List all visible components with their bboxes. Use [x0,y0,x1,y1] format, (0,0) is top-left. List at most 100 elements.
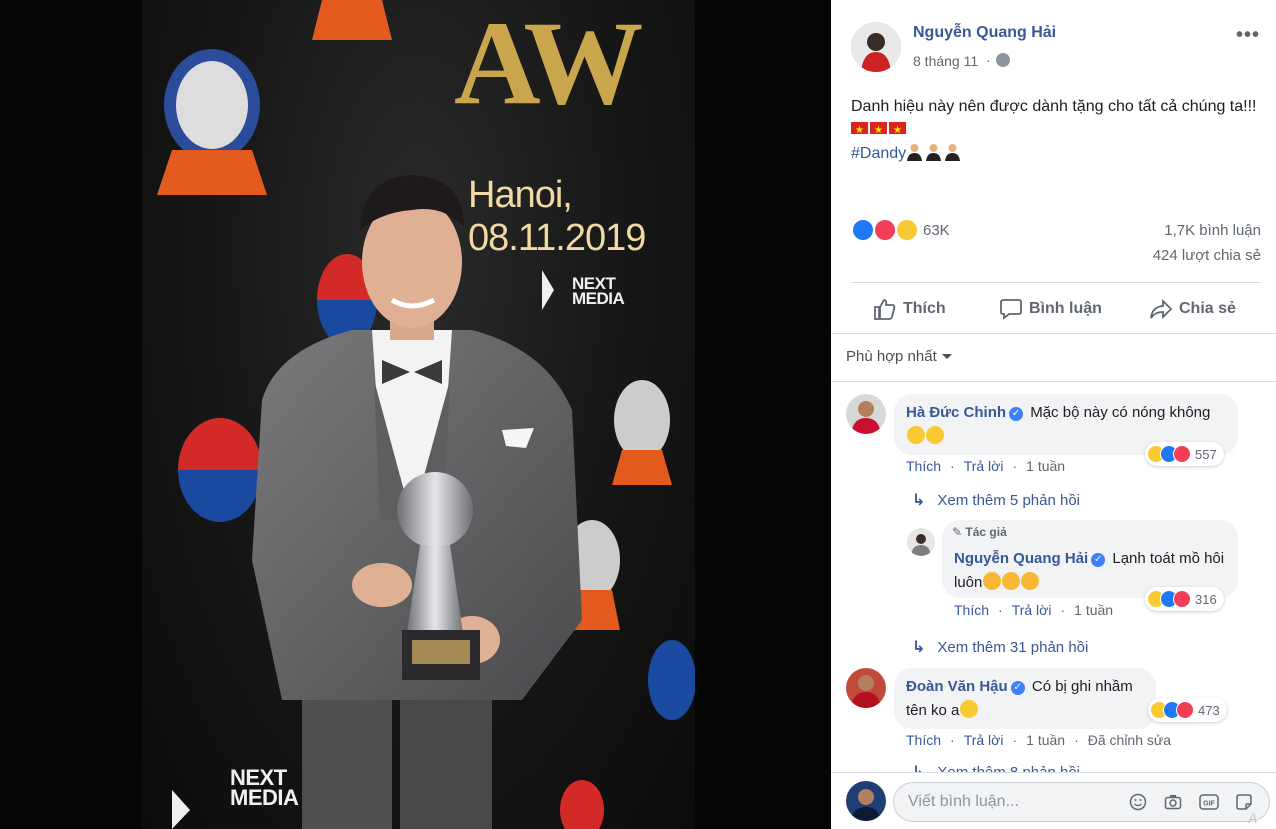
reply-reactions[interactable]: 316 [1145,587,1224,611]
comment-count[interactable]: 1,7K bình luận [1164,222,1261,239]
love-reaction-icon [873,218,897,242]
vietnam-flag-icon [870,120,887,142]
sad-emoji-icon [1002,572,1021,590]
commenter-name[interactable]: Đoàn Văn Hậu [906,678,1008,695]
comment-reaction-count: 557 [1195,446,1217,462]
comment-time[interactable]: 1 tuần [1026,732,1065,748]
comment-like-link[interactable]: Thích [906,458,941,474]
share-icon [1150,298,1173,320]
meta-separator: · [1060,602,1066,618]
commenter-avatar[interactable] [846,394,886,434]
comment-sort-label: Phù hợp nhất [846,348,937,365]
gif-icon[interactable]: GIF [1199,793,1219,811]
comment-text: Mặc bộ này có nóng không [1030,404,1211,421]
comment-sort-dropdown[interactable]: Phù hợp nhất [846,348,952,365]
author-tag: ✎ Tác giả [952,525,1007,539]
comment-button[interactable]: Bình luận [999,296,1102,322]
man-in-suit-icon [926,144,942,161]
share-button[interactable]: Chia sẻ [1149,296,1236,322]
verified-badge-icon: ✓ [1091,553,1106,567]
post-message: Danh hiệu này nên được dành tặng cho tất… [851,96,1271,165]
sad-emoji-icon [983,572,1002,590]
author-tag-label: Tác giả [965,525,1007,539]
divider [851,282,1261,283]
globe-icon [996,53,1010,67]
laughing-emoji-icon [926,426,944,444]
post-photo[interactable]: AW Hanoi, 08.11.2019 NEXT MEDIA NEXT MED… [142,0,695,829]
laughing-emoji-icon [907,426,925,444]
reply-arrow-icon: ↳ [912,492,926,509]
meta-separator: · [950,458,955,474]
comment-input[interactable] [908,793,1128,811]
view-more-replies[interactable]: ↳ Xem thêm 5 phản hồi [912,490,1080,510]
reply-time[interactable]: 1 tuần [1074,602,1113,618]
photo-viewer: AW Hanoi, 08.11.2019 NEXT MEDIA NEXT MED… [0,0,831,829]
view-more-replies-label: Xem thêm 31 phản hồi [937,638,1089,656]
vietnam-flag-icon [851,120,868,142]
reply-author-name[interactable]: Nguyễn Quang Hải [954,550,1088,567]
backdrop-brand-lower: NEXT MEDIA [230,765,299,810]
current-user-avatar[interactable] [846,781,886,821]
reaction-count[interactable]: 63K [923,222,950,239]
hashtag-link[interactable]: #Dandy [851,145,906,162]
reply-meta: Thích · Trả lời · 1 tuần [954,602,1122,618]
meta-separator: · [1012,732,1018,748]
reply-reaction-count: 316 [1195,591,1217,607]
comment-edited[interactable]: Đã chỉnh sửa [1088,732,1171,748]
comment-reactions[interactable]: 473 [1148,698,1227,722]
divider [831,333,1276,334]
verified-badge-icon: ✓ [1010,681,1025,695]
pencil-icon: ✎ [952,525,963,539]
view-more-replies-label: Xem thêm 5 phản hồi [937,491,1080,509]
author-avatar[interactable] [851,22,901,72]
share-count[interactable]: 424 lượt chia sẻ [1153,247,1261,264]
post-message-text: Danh hiệu này nên được dành tặng cho tất… [851,98,1257,115]
haha-reaction-icon [895,218,919,242]
thumbs-up-icon [874,299,896,320]
meta-separator: · [950,732,955,748]
comment-reactions[interactable]: 557 [1145,442,1224,466]
caret-down-icon [941,354,952,359]
backdrop-date: Hanoi, 08.11.2019 [468,174,646,259]
comment-icon [1000,299,1022,320]
more-options-icon[interactable]: ••• [1236,24,1260,47]
svg-text:GIF: GIF [1203,801,1215,808]
share-button-label: Chia sẻ [1179,300,1236,317]
backdrop-title: AW [454,0,643,129]
comment-reply-link[interactable]: Trả lời [964,732,1004,748]
love-reaction-icon [1173,590,1191,608]
like-button-label: Thích [903,300,946,317]
comment-like-link[interactable]: Thích [906,732,941,748]
commenter-name[interactable]: Hà Đức Chinh [906,404,1006,421]
reply-avatar[interactable] [907,528,935,556]
sad-emoji-icon [1021,572,1040,590]
man-in-suit-icon [907,144,923,161]
comment-meta: Thích · Trả lời · 1 tuần [906,458,1074,474]
meta-separator: · [998,602,1003,618]
like-button[interactable]: Thích [873,296,946,322]
grinning-emoji-icon [960,700,979,718]
post-author-name[interactable]: Nguyễn Quang Hải [913,24,1056,42]
reply-reply-link[interactable]: Trả lời [1012,602,1052,618]
reply-arrow-icon: ↳ [912,639,926,656]
reply-like-link[interactable]: Thích [954,602,989,618]
like-reaction-icon [851,218,875,242]
camera-icon[interactable] [1164,793,1182,811]
sticker-icon[interactable] [1235,793,1253,811]
post-timestamp[interactable]: 8 tháng 11 [913,53,978,69]
vietnam-flag-icon [889,120,906,142]
meta-separator: · [1012,458,1018,474]
meta-separator: · [1074,732,1079,748]
comment-bubble: Đoàn Văn Hậu ✓ Có bị ghi nhầm tên ko a [894,668,1156,729]
commenter-avatar[interactable] [846,668,886,708]
comment-meta: Thích · Trả lời · 1 tuần · Đã chỉnh sửa [906,732,1180,748]
comment-time[interactable]: 1 tuần [1026,458,1065,474]
comment-reply-link[interactable]: Trả lời [964,458,1004,474]
timestamp-separator: · [986,52,991,68]
comment-button-label: Bình luận [1029,300,1102,317]
emoji-picker-icon[interactable] [1129,793,1147,811]
comment-reaction-count: 473 [1198,702,1220,718]
verified-badge-icon: ✓ [1009,407,1024,421]
love-reaction-icon [1173,445,1191,463]
view-more-replies[interactable]: ↳ Xem thêm 31 phản hồi [912,637,1088,657]
